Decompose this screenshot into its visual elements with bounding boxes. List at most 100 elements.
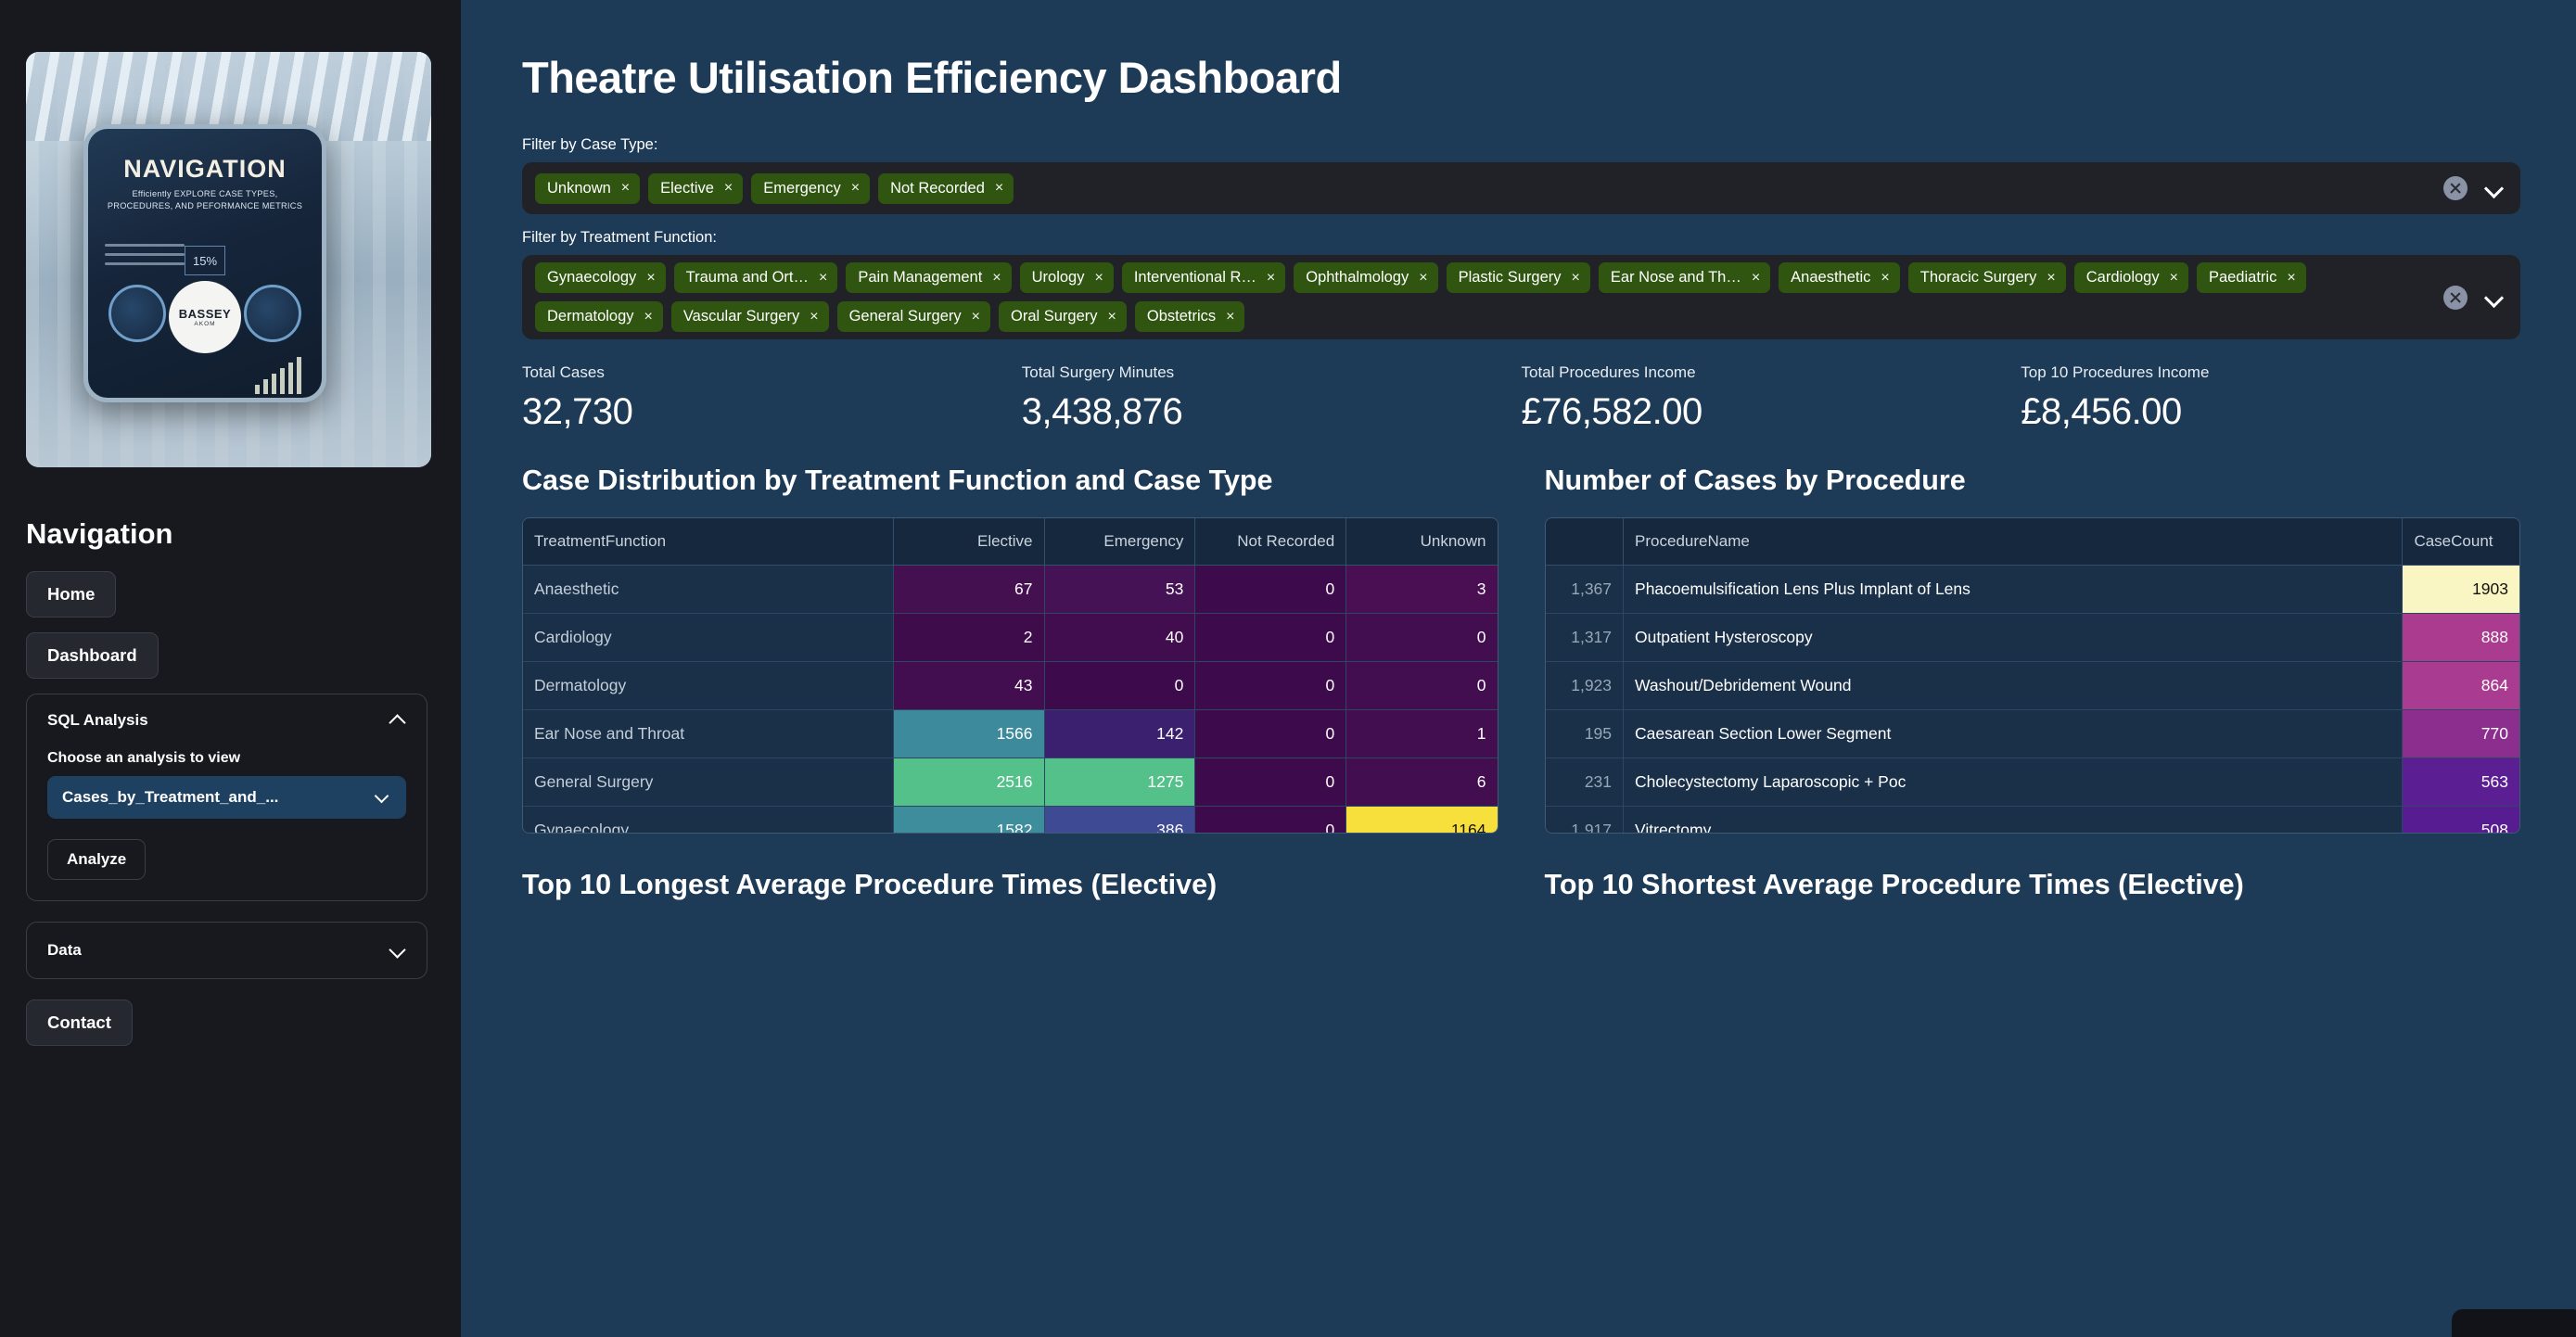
filter-tag[interactable]: Cardiology ×: [2073, 262, 2188, 293]
metric-label: Total Cases: [522, 363, 605, 381]
filter-tag[interactable]: Plastic Surgery ×: [1446, 262, 1590, 293]
column-header[interactable]: Unknown: [1345, 518, 1498, 566]
filter-tag[interactable]: Ophthalmology ×: [1294, 262, 1438, 293]
filter-tag[interactable]: Trauma and Ort… ×: [673, 262, 838, 293]
treatment-function-multiselect[interactable]: Gynaecology × Trauma and Ort… × Pain Managem…: [522, 255, 2520, 339]
filter-tag[interactable]: Anaesthetic ×: [1779, 262, 1900, 293]
chevron-down-icon[interactable]: [2483, 178, 2504, 198]
value-cell: 0: [1194, 709, 1347, 758]
floating-action-widget[interactable]: [2452, 1309, 2576, 1337]
data-expander-header[interactable]: Data: [47, 941, 406, 960]
filter-tag[interactable]: Paediatric ×: [2196, 262, 2306, 293]
case-type-multiselect[interactable]: Unknown × Elective × Emergency × Not Recorded ×: [522, 162, 2520, 214]
remove-tag-icon[interactable]: ×: [2170, 270, 2178, 286]
chevron-down-icon[interactable]: [389, 942, 406, 960]
table-row[interactable]: Ear Nose and Throat 1566 142 0 1: [523, 709, 1498, 758]
column-header[interactable]: ProcedureName: [1623, 518, 2404, 566]
table-row[interactable]: Gynaecology 1582 386 0 1164: [523, 806, 1498, 833]
filter-tag[interactable]: Gynaecology ×: [535, 262, 666, 293]
column-header[interactable]: Elective: [893, 518, 1045, 566]
sidebar-item-home[interactable]: Home: [26, 571, 117, 618]
cases-by-procedure-table-wrap[interactable]: ProcedureName CaseCount 1,367 Phacoemulsif…: [1544, 517, 2520, 834]
column-header[interactable]: TreatmentFunction: [523, 518, 894, 566]
case-type-controls: [2443, 176, 2504, 200]
analysis-select-label: Choose an analysis to view: [47, 750, 241, 766]
remove-tag-icon[interactable]: ×: [992, 270, 1001, 286]
longest-times-title: Top 10 Longest Average Procedure Times (…: [522, 869, 1218, 900]
filter-tag[interactable]: Ear Nose and Th… ×: [1598, 262, 1771, 293]
remove-tag-icon[interactable]: ×: [1094, 270, 1103, 286]
value-cell: 386: [1044, 806, 1196, 833]
filter-tag[interactable]: Unknown ×: [535, 172, 641, 204]
remove-tag-icon[interactable]: ×: [644, 309, 653, 325]
remove-tag-icon[interactable]: ×: [1752, 270, 1760, 286]
filter-tag[interactable]: Obstetrics ×: [1134, 301, 1245, 332]
remove-tag-icon[interactable]: ×: [851, 181, 860, 196]
remove-tag-icon[interactable]: ×: [621, 181, 630, 196]
remove-tag-icon[interactable]: ×: [1226, 309, 1234, 325]
value-cell: 142: [1044, 709, 1196, 758]
table-row[interactable]: 1,317 Outpatient Hysteroscopy 888: [1545, 613, 2519, 662]
remove-tag-icon[interactable]: ×: [995, 181, 1003, 196]
filter-tag[interactable]: Elective ×: [648, 172, 744, 204]
sql-analysis-expander[interactable]: SQL Analysis Choose an analysis to view …: [26, 694, 427, 901]
table-row[interactable]: General Surgery 2516 1275 0 6: [523, 758, 1498, 807]
remove-tag-icon[interactable]: ×: [810, 309, 818, 325]
column-header[interactable]: CaseCount: [2402, 518, 2519, 566]
filter-tag[interactable]: Emergency ×: [751, 172, 871, 204]
metrics-row: Total Cases 32,730 Total Surgery Minutes 3,…: [522, 363, 2520, 433]
hero-title: NAVIGATION: [123, 155, 287, 183]
table-row[interactable]: 231 Cholecystectomy Laparoscopic + Poc 563: [1545, 758, 2519, 807]
sidebar-item-dashboard[interactable]: Dashboard: [26, 632, 159, 679]
metric-value: £8,456.00: [2021, 391, 2182, 432]
remove-tag-icon[interactable]: ×: [819, 270, 827, 286]
remove-tag-icon[interactable]: ×: [2287, 270, 2295, 286]
column-header[interactable]: [1545, 518, 1625, 566]
value-cell: 1566: [893, 709, 1045, 758]
case-distribution-title: Case Distribution by Treatment Function …: [522, 465, 1273, 496]
treatment-function-cell: Gynaecology: [523, 806, 894, 833]
remove-tag-icon[interactable]: ×: [646, 270, 655, 286]
chevron-up-icon[interactable]: [389, 712, 406, 730]
filter-tag[interactable]: Urology ×: [1019, 262, 1114, 293]
filter-tag[interactable]: Oral Surgery ×: [998, 301, 1127, 332]
remove-tag-icon[interactable]: ×: [972, 309, 980, 325]
table-row[interactable]: 1,367 Phacoemulsification Lens Plus Impla…: [1545, 565, 2519, 614]
hero-kpi-badge: 15%: [185, 246, 225, 275]
remove-tag-icon[interactable]: ×: [1881, 270, 1889, 286]
analyze-button[interactable]: Analyze: [47, 839, 147, 880]
analysis-select[interactable]: Cases_by_Treatment_and_...: [47, 776, 406, 819]
filter-tag[interactable]: General Surgery ×: [836, 301, 990, 332]
sidebar-item-contact[interactable]: Contact: [26, 1000, 133, 1046]
filter-tag[interactable]: Vascular Surgery ×: [670, 301, 829, 332]
filter-tag[interactable]: Interventional R… ×: [1121, 262, 1286, 293]
sql-analysis-header[interactable]: SQL Analysis: [47, 711, 406, 730]
chevron-down-icon[interactable]: [374, 789, 391, 807]
value-cell: 0: [1194, 661, 1347, 710]
filter-tag[interactable]: Thoracic Surgery ×: [1907, 262, 2066, 293]
table-row[interactable]: Anaesthetic 67 53 0 3: [523, 565, 1498, 614]
table-row[interactable]: 195 Caesarean Section Lower Segment 770: [1545, 709, 2519, 758]
column-header[interactable]: Emergency: [1044, 518, 1196, 566]
filter-tag-label: Oral Surgery: [1010, 308, 1098, 325]
filter-tag[interactable]: Pain Management ×: [846, 262, 1012, 293]
remove-tag-icon[interactable]: ×: [2047, 270, 2055, 286]
remove-tag-icon[interactable]: ×: [724, 181, 733, 196]
data-expander[interactable]: Data: [26, 922, 427, 979]
table-row[interactable]: Dermatology 43 0 0 0: [523, 661, 1498, 710]
remove-tag-icon[interactable]: ×: [1572, 270, 1580, 286]
remove-tag-icon[interactable]: ×: [1419, 270, 1427, 286]
case-distribution-table-wrap[interactable]: TreatmentFunction Elective Emergency Not Re…: [522, 517, 1498, 834]
table-row[interactable]: Cardiology 2 40 0 0: [523, 613, 1498, 662]
chevron-down-icon[interactable]: [2483, 287, 2504, 308]
table-row[interactable]: 1,917 Vitrectomy 508: [1545, 806, 2519, 833]
table-row[interactable]: 1,923 Washout/Debridement Wound 864: [1545, 661, 2519, 710]
column-header[interactable]: Not Recorded: [1194, 518, 1347, 566]
clear-all-icon[interactable]: [2443, 285, 2468, 310]
remove-tag-icon[interactable]: ×: [1267, 270, 1275, 286]
remove-tag-icon[interactable]: ×: [1108, 309, 1116, 325]
filter-tag[interactable]: Dermatology ×: [535, 301, 663, 332]
filter-tag[interactable]: Not Recorded ×: [878, 172, 1014, 204]
clear-all-icon[interactable]: [2443, 176, 2468, 200]
filter-tag-label: Obstetrics: [1146, 308, 1217, 325]
